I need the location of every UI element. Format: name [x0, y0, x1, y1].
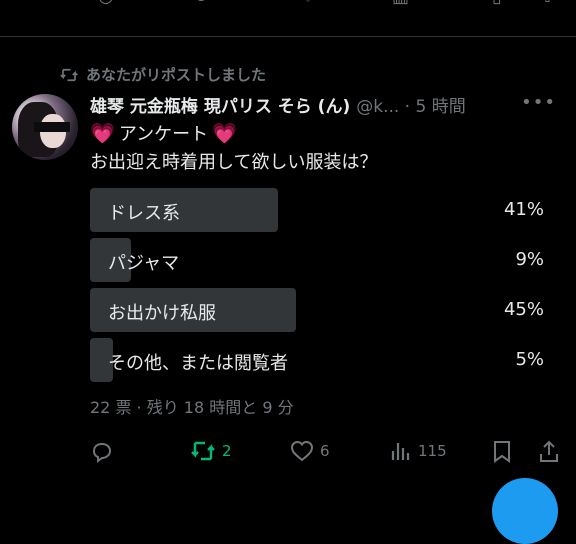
poll-option-percent: 41%: [503, 199, 544, 220]
like-count: 6: [320, 442, 330, 460]
views-button[interactable]: 115: [390, 440, 447, 462]
reply-button[interactable]: [90, 440, 114, 464]
heart-emoji-icon: 💗: [90, 121, 115, 145]
tweet-line-1: 💗 アンケート 💗: [90, 120, 237, 146]
reply-icon[interactable]: ○: [98, 0, 114, 7]
repost-indicator: あなたがリポストしました: [60, 64, 266, 85]
poll: ドレス系 41% パジャマ 9% お出かけ私服 45% その他、または閲覧者 5…: [90, 188, 548, 388]
poll-option: その他、または閲覧者 5%: [90, 338, 548, 382]
poll-option: ドレス系 41%: [90, 188, 548, 232]
share-icon[interactable]: ⇧: [540, 0, 555, 7]
repost-count: 2: [222, 442, 232, 460]
bookmark-button[interactable]: [492, 440, 512, 464]
views-icon: [391, 443, 410, 460]
author-name[interactable]: 雄琴 元金瓶梅 現パリス そら (ん): [90, 92, 350, 117]
poll-option-percent: 45%: [503, 299, 544, 320]
share-button[interactable]: [538, 440, 560, 464]
bookmark-icon[interactable]: ▯: [492, 0, 502, 7]
repost-text: あなたがリポストしました: [86, 66, 267, 84]
poll-meta: 22 票 · 残り 18 時間と 9 分: [90, 398, 294, 417]
poll-option-label: パジャマ: [108, 253, 180, 274]
poll-option: お出かけ私服 45%: [90, 288, 548, 332]
repost-icon: [191, 441, 215, 461]
repost-button[interactable]: 2: [190, 440, 232, 462]
like-icon[interactable]: ♡: [300, 0, 316, 7]
like-button[interactable]: 6: [290, 440, 330, 462]
views-icon[interactable]: ▥: [392, 0, 409, 7]
poll-option: パジャマ 9%: [90, 238, 548, 282]
views-count: 115: [418, 442, 447, 460]
tweet-line-1-text: アンケート: [118, 124, 209, 145]
previous-post-actions: ○ ⟲ ♡ ▥ ▯ ⇧: [0, 0, 576, 10]
post-header: 雄琴 元金瓶梅 現パリス そら (ん) @k... · 5 時間 •••: [90, 92, 570, 117]
poll-option-label: その他、または閲覧者: [108, 353, 288, 374]
divider: [0, 36, 576, 37]
action-bar: 2 6 115: [90, 440, 562, 468]
tweet-line-2: お出迎え時着用して欲しい服装は？: [90, 152, 378, 173]
like-icon: [290, 440, 314, 462]
poll-option-label: ドレス系: [108, 203, 180, 224]
share-icon: [540, 440, 558, 462]
heart-emoji-icon: 💗: [212, 121, 238, 145]
reply-icon: [92, 442, 112, 463]
bookmark-icon: [494, 441, 510, 463]
poll-option-percent: 5%: [515, 349, 544, 370]
repost-icon[interactable]: ⟲: [192, 0, 207, 7]
poll-option-percent: 9%: [515, 249, 544, 270]
repost-small-icon: [60, 68, 78, 81]
author-handle-time[interactable]: @k... · 5 時間: [356, 92, 466, 117]
more-icon[interactable]: •••: [521, 92, 556, 113]
avatar[interactable]: [12, 94, 78, 160]
poll-option-label: お出かけ私服: [108, 303, 216, 324]
